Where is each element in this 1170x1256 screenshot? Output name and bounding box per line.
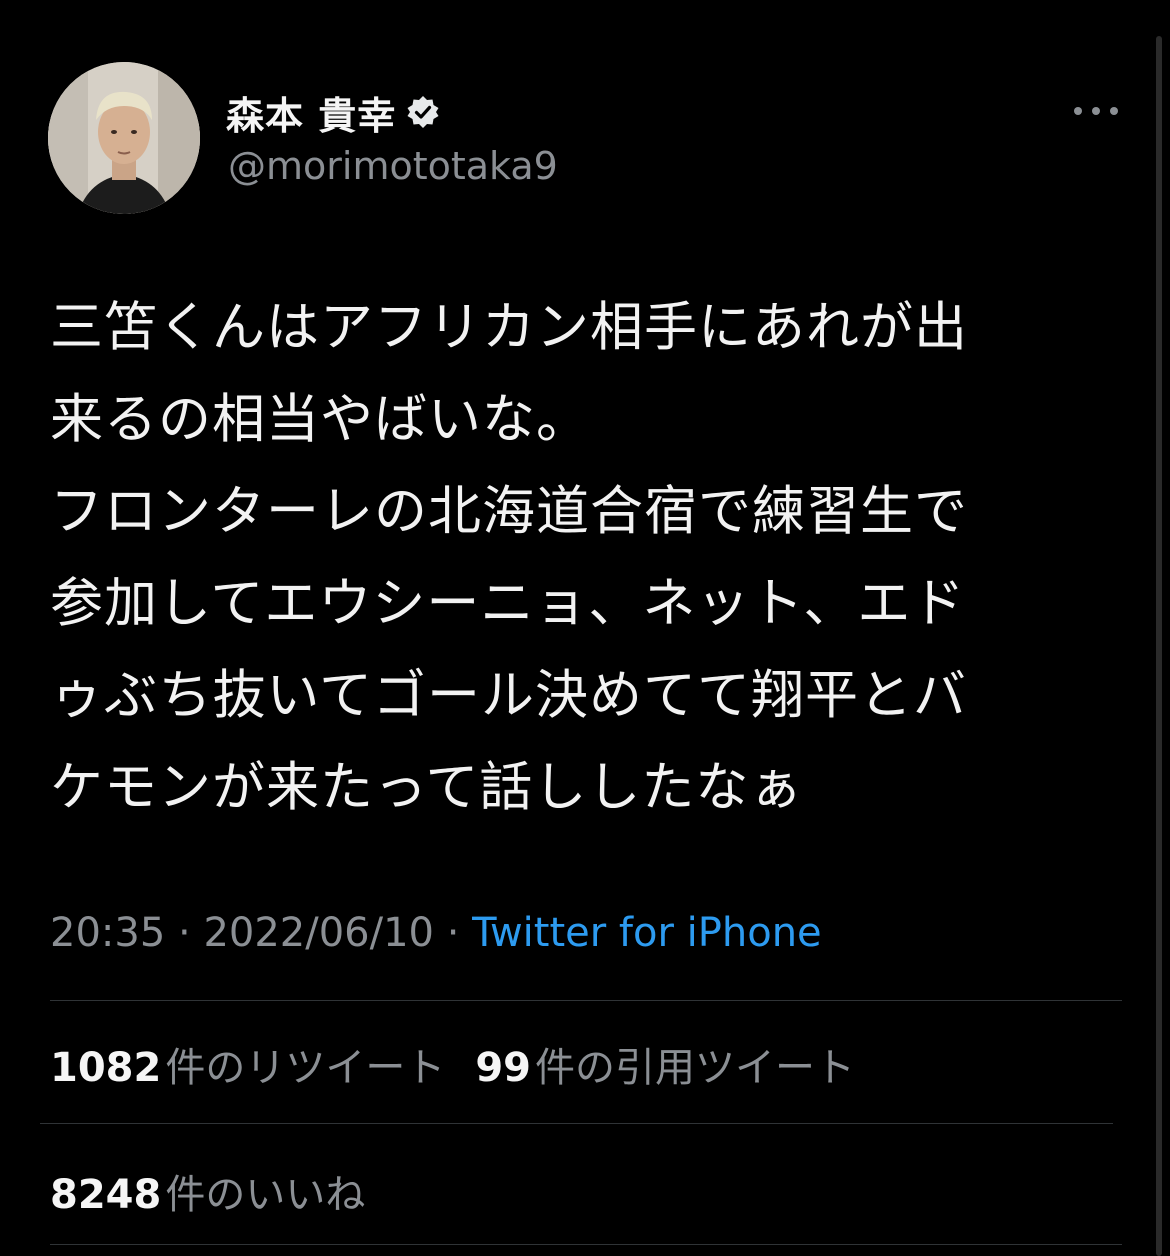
separator-dot: ·: [178, 910, 191, 956]
verified-badge-icon: [406, 95, 440, 129]
more-dot: [1074, 107, 1082, 115]
meta-separator: ·: [447, 910, 472, 956]
user-handle[interactable]: @morimototaka9: [228, 144, 558, 188]
tweet-source-link[interactable]: Twitter for iPhone: [472, 910, 822, 956]
tweet-meta: 20:35 · 2022/06/10 · Twitter for iPhone: [50, 910, 822, 956]
more-dot: [1092, 107, 1100, 115]
retweets-stat[interactable]: 1082 件のリツイート: [50, 1035, 445, 1093]
quotes-count: 99: [475, 1045, 531, 1091]
more-dot: [1110, 107, 1118, 115]
retweets-label: 件のリツイート: [165, 1045, 446, 1091]
scrollbar[interactable]: [1156, 36, 1162, 1256]
likes-label: 件のいいね: [165, 1172, 366, 1218]
divider: [40, 1123, 1113, 1124]
retweets-count: 1082: [50, 1045, 162, 1091]
avatar[interactable]: [48, 62, 200, 214]
quotes-stat[interactable]: 99 件の引用ツイート: [475, 1035, 855, 1093]
display-name[interactable]: 森本 貴幸: [226, 85, 396, 140]
meta-separator: ·: [178, 910, 203, 956]
tweet-time[interactable]: 20:35: [50, 910, 165, 956]
retweet-stats-row: 1082 件のリツイート 99 件の引用ツイート: [50, 1035, 855, 1093]
tweet-date[interactable]: 2022/06/10: [203, 910, 434, 956]
more-options-icon[interactable]: [1074, 96, 1118, 126]
quotes-label: 件の引用ツイート: [535, 1045, 855, 1091]
likes-count: 8248: [50, 1172, 162, 1218]
likes-stat[interactable]: 8248 件のいいね: [50, 1162, 365, 1220]
avatar-photo: [48, 62, 200, 214]
tweet-text: 三笘くんはアフリカン相手にあれが出 来るの相当やばいな。 フロンターレの北海道合…: [50, 297, 968, 818]
divider: [50, 1000, 1122, 1001]
divider: [50, 1244, 1122, 1245]
user-name-row[interactable]: 森本 貴幸: [226, 88, 440, 138]
separator-dot: ·: [446, 910, 460, 956]
